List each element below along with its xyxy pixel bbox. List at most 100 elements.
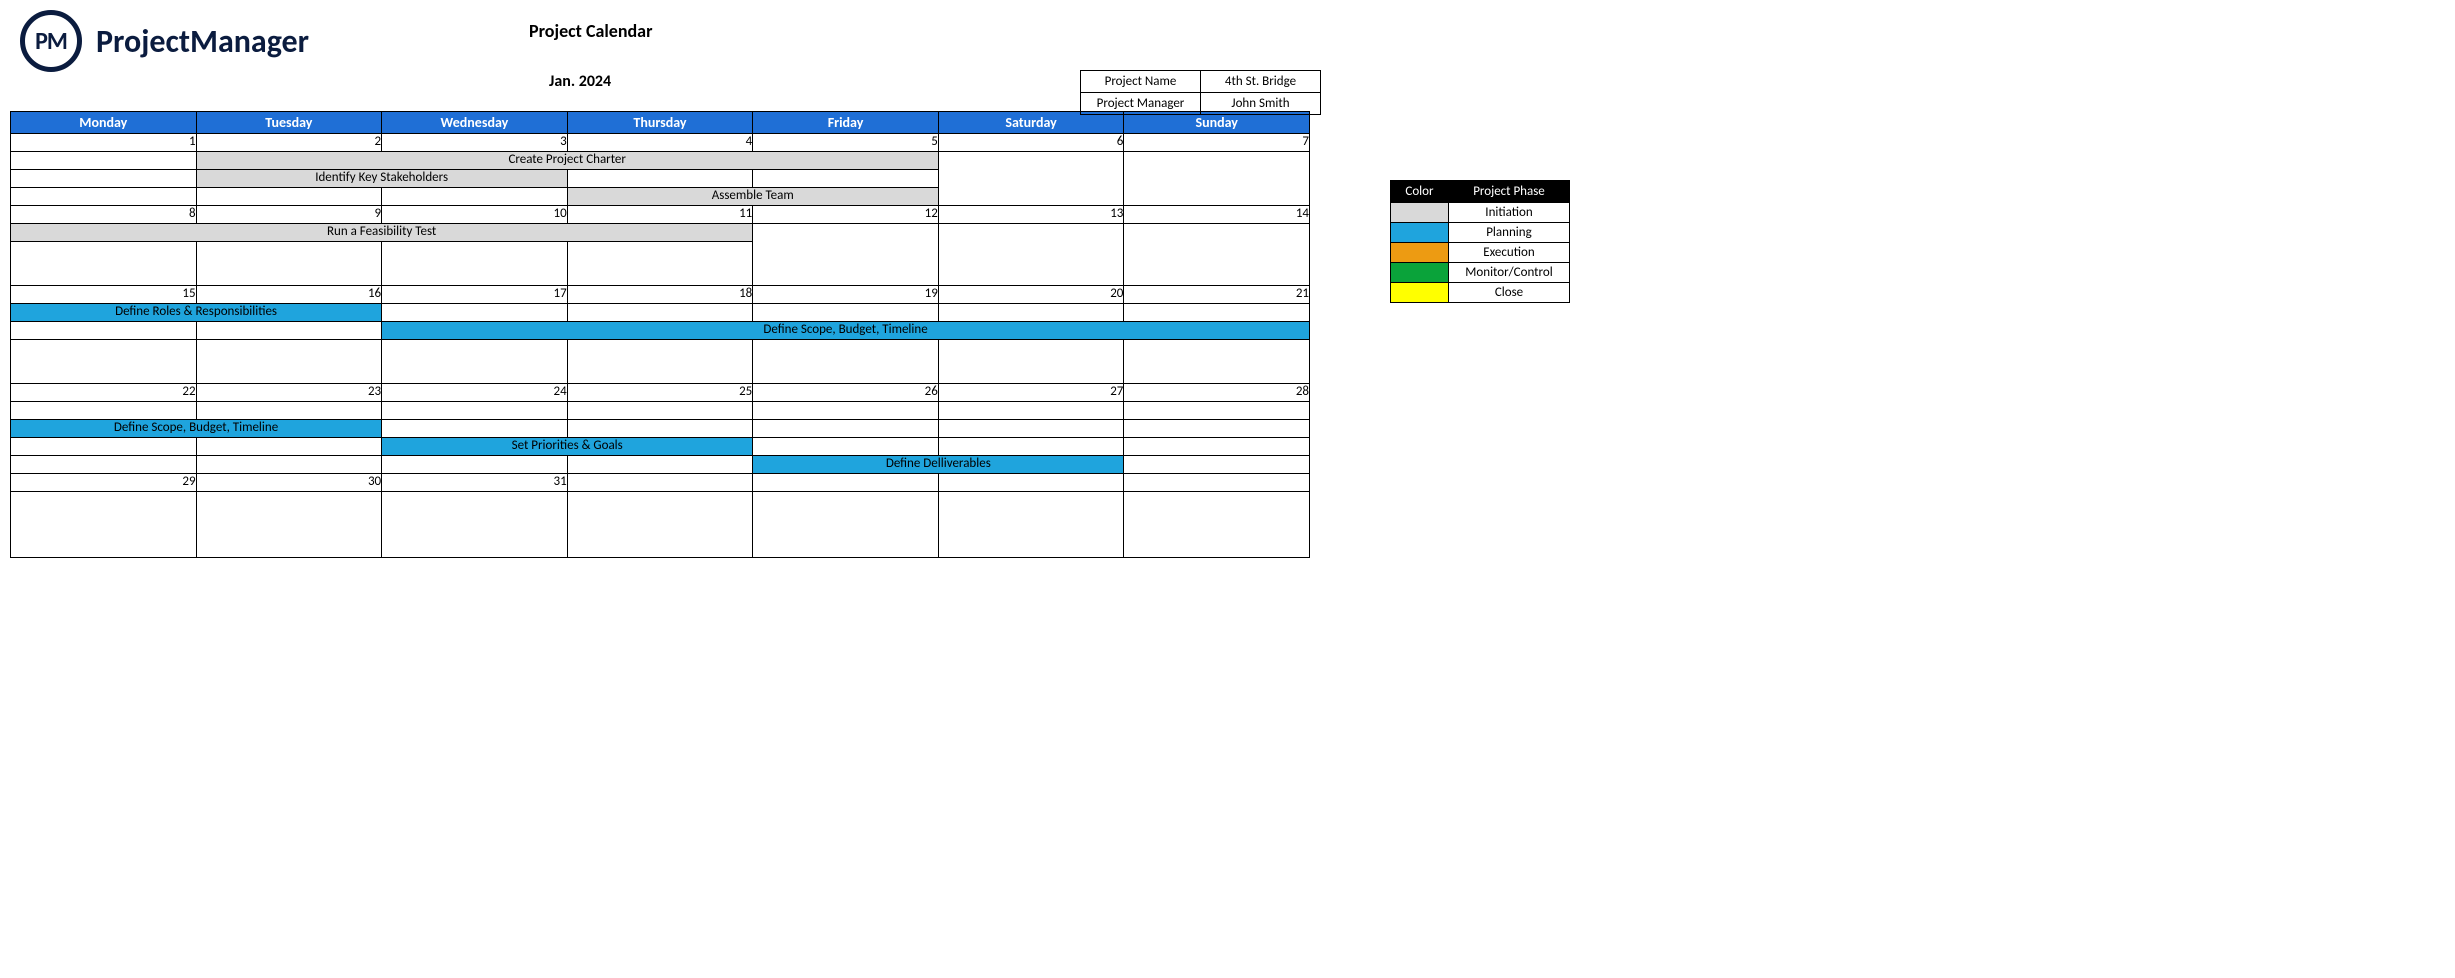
empty-cell — [196, 340, 382, 384]
empty-cell — [382, 420, 568, 438]
empty-cell — [938, 340, 1124, 384]
date-cell: 31 — [382, 474, 568, 492]
empty-cell — [1124, 304, 1310, 322]
empty-cell — [753, 438, 939, 456]
week3-task-row1: Define Roles & Responsibilities — [11, 304, 1310, 322]
task-bar-deliverables: Define Delliverables — [753, 456, 1124, 474]
date-cell — [938, 474, 1124, 492]
empty-cell — [382, 456, 568, 474]
date-cell: 25 — [567, 384, 753, 402]
calendar-grid: Monday Tuesday Wednesday Thursday Friday… — [10, 111, 1310, 558]
logo-badge-icon: PM — [20, 10, 82, 72]
logo-initials: PM — [35, 27, 67, 56]
swatch-execution — [1391, 243, 1449, 263]
brand-logo: PM ProjectManager — [20, 10, 309, 72]
empty-cell — [196, 322, 382, 340]
week1-daynums: 1 2 3 4 5 6 7 — [11, 134, 1310, 152]
legend-col-color: Color — [1391, 181, 1449, 203]
empty-cell — [753, 492, 939, 558]
swatch-planning — [1391, 223, 1449, 243]
date-cell: 2 — [196, 134, 382, 152]
legend-initiation: Initiation — [1448, 203, 1569, 223]
date-cell: 12 — [753, 206, 939, 224]
task-bar-roles: Define Roles & Responsibilities — [11, 304, 382, 322]
empty-cell — [938, 402, 1124, 420]
swatch-monitor — [1391, 263, 1449, 283]
empty-cell — [196, 188, 382, 206]
date-cell — [753, 474, 939, 492]
date-cell — [567, 474, 753, 492]
week3-task-row3 — [11, 340, 1310, 384]
date-cell: 6 — [938, 134, 1124, 152]
swatch-close — [1391, 283, 1449, 303]
page-title: Project Calendar — [529, 20, 829, 42]
week4-task-row0 — [11, 402, 1310, 420]
date-cell: 11 — [567, 206, 753, 224]
empty-cell — [196, 438, 382, 456]
week5-daynums: 29 30 31 — [11, 474, 1310, 492]
empty-cell — [938, 492, 1124, 558]
empty-cell — [196, 402, 382, 420]
task-bar-charter: Create Project Charter — [196, 152, 938, 170]
date-cell: 4 — [567, 134, 753, 152]
task-bar-scope2: Define Scope, Budget, Timeline — [11, 420, 382, 438]
date-cell: 19 — [753, 286, 939, 304]
date-cell: 5 — [753, 134, 939, 152]
empty-cell — [382, 340, 568, 384]
empty-cell — [567, 242, 753, 286]
empty-cell — [1124, 492, 1310, 558]
info-manager-value: John Smith — [1201, 93, 1321, 115]
date-cell: 29 — [11, 474, 197, 492]
empty-cell — [938, 420, 1124, 438]
period-title: Jan. 2024 — [549, 72, 829, 91]
week4-task-row3: Define Delliverables — [11, 456, 1310, 474]
empty-cell — [753, 304, 939, 322]
date-cell: 21 — [1124, 286, 1310, 304]
empty-cell — [11, 170, 197, 188]
weekday-fri: Friday — [753, 112, 939, 134]
week3-task-row2: Define Scope, Budget, Timeline — [11, 322, 1310, 340]
empty-cell — [1124, 420, 1310, 438]
empty-cell — [567, 402, 753, 420]
empty-cell — [11, 402, 197, 420]
legend-execution: Execution — [1448, 243, 1569, 263]
date-cell: 9 — [196, 206, 382, 224]
info-manager-label: Project Manager — [1081, 93, 1201, 115]
date-cell: 14 — [1124, 206, 1310, 224]
empty-cell — [567, 340, 753, 384]
date-cell: 15 — [11, 286, 197, 304]
empty-cell — [567, 420, 753, 438]
empty-cell — [753, 402, 939, 420]
empty-cell — [567, 492, 753, 558]
empty-cell — [1124, 340, 1310, 384]
empty-cell — [382, 242, 568, 286]
task-bar-scope: Define Scope, Budget, Timeline — [382, 322, 1310, 340]
task-bar-feasibility: Run a Feasibility Test — [11, 224, 753, 242]
info-name-label: Project Name — [1081, 71, 1201, 93]
empty-cell — [11, 340, 197, 384]
date-cell: 7 — [1124, 134, 1310, 152]
date-cell: 27 — [938, 384, 1124, 402]
empty-cell — [382, 304, 568, 322]
task-bar-stakeholders: Identify Key Stakeholders — [196, 170, 567, 188]
week5-body — [11, 492, 1310, 558]
weekday-mon: Monday — [11, 112, 197, 134]
week3-daynums: 15 16 17 18 19 20 21 — [11, 286, 1310, 304]
empty-cell — [11, 438, 197, 456]
weekday-wed: Wednesday — [382, 112, 568, 134]
task-bar-assemble: Assemble Team — [567, 188, 938, 206]
empty-cell — [11, 492, 197, 558]
empty-cell — [753, 340, 939, 384]
legend-monitor: Monitor/Control — [1448, 263, 1569, 283]
weekday-tue: Tuesday — [196, 112, 382, 134]
empty-cell — [567, 456, 753, 474]
swatch-initiation — [1391, 203, 1449, 223]
date-cell: 23 — [196, 384, 382, 402]
date-cell: 17 — [382, 286, 568, 304]
week1-task-row1: Create Project Charter — [11, 152, 1310, 170]
empty-cell — [11, 188, 197, 206]
week4-daynums: 22 23 24 25 26 27 28 — [11, 384, 1310, 402]
empty-cell — [1124, 456, 1310, 474]
project-info-table: Project Name 4th St. Bridge Project Mana… — [1080, 70, 1321, 115]
empty-cell — [938, 224, 1124, 286]
